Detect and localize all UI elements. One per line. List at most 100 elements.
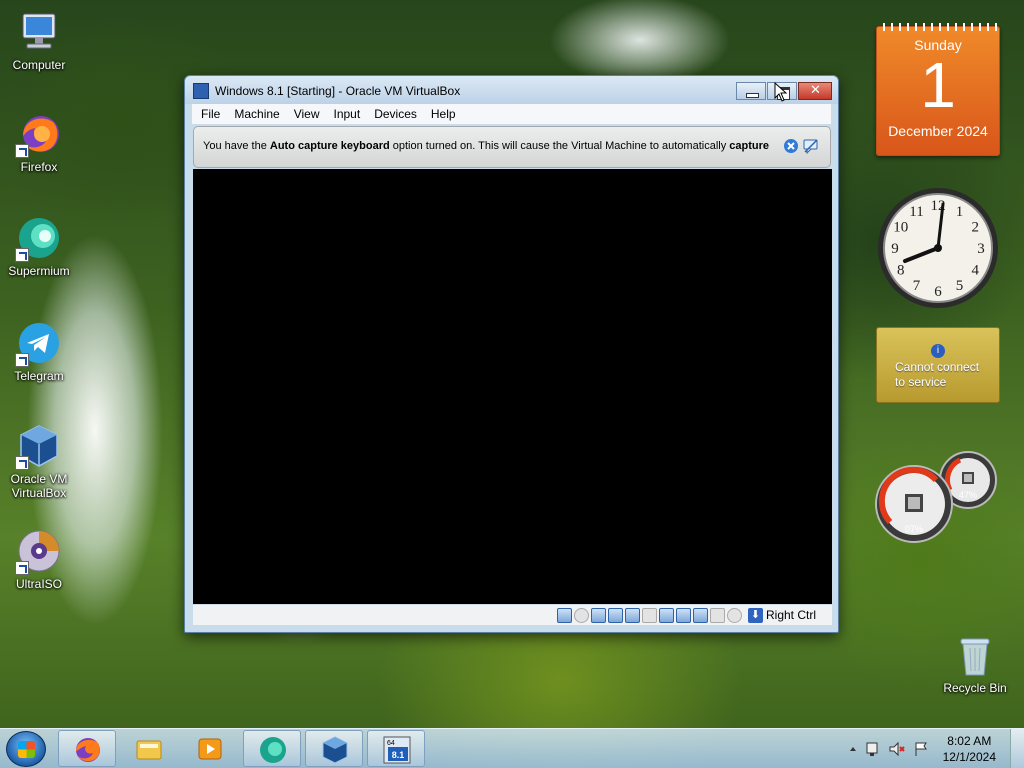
recycle-bin-icon [951, 631, 999, 679]
network-icon[interactable] [607, 607, 623, 623]
cpu-activity-icon[interactable] [709, 607, 725, 623]
host-key-label: Right Ctrl [765, 608, 816, 622]
device-icon[interactable] [864, 741, 882, 757]
minimize-button[interactable] [736, 82, 766, 100]
mouse-integration-icon[interactable] [692, 607, 708, 623]
virtualbox-icon [322, 736, 348, 764]
supermium-icon [260, 737, 286, 763]
weather-message-line: to service [895, 375, 947, 389]
optical-drive-icon[interactable] [573, 607, 589, 623]
vm-display[interactable] [193, 169, 832, 604]
firefox-icon [76, 738, 100, 762]
shared-folders-icon[interactable] [641, 607, 657, 623]
menu-machine[interactable]: Machine [227, 107, 286, 121]
desktop-icon-label: VirtualBox [11, 486, 67, 500]
clock-face: 12 1234567891011 [878, 188, 998, 308]
taskbar-media-player[interactable] [181, 730, 239, 767]
menu-bar: File Machine View Input Devices Help [192, 104, 831, 124]
shortcut-arrow-icon [15, 561, 29, 575]
taskbar-date: 12/1/2024 [942, 750, 996, 764]
desktop-icon-label: Oracle VM [10, 472, 68, 486]
close-button[interactable] [798, 82, 832, 100]
window-titlebar[interactable]: Windows 8.1 [Starting] - Oracle VM Virtu… [185, 76, 838, 104]
mouse-cursor-icon [774, 82, 788, 102]
taskbar: 64 8.1 8:02 AM 12/1/2024 [0, 728, 1024, 768]
clock-gadget[interactable]: 12 1 2 3 4 5 6 7 8 9 10 11 [876, 186, 1000, 310]
recording-icon[interactable] [726, 607, 742, 623]
video-capture-icon[interactable] [675, 607, 691, 623]
shortcut-arrow-icon [15, 456, 29, 470]
taskbar-virtualbox[interactable] [305, 730, 363, 767]
memory-meter-value: 47% [959, 490, 977, 500]
firefox-icon [15, 110, 63, 158]
show-desktop-button[interactable] [1010, 729, 1024, 768]
volume-muted-icon[interactable] [888, 741, 906, 757]
desktop-icon-label: Computer [12, 58, 66, 72]
audio-icon[interactable] [590, 607, 606, 623]
desktop-icon-label: Firefox [20, 160, 58, 174]
cpu-meter-gadget[interactable]: 47% 07% [870, 450, 1010, 550]
clock-numeral: 8 [897, 263, 905, 279]
clock-numeral: 1 [956, 204, 964, 220]
hard-disk-icon[interactable] [556, 607, 572, 623]
menu-input[interactable]: Input [327, 107, 368, 121]
cpu-meter-value: 07% [905, 524, 923, 534]
clock-numeral: 4 [971, 263, 979, 279]
weather-gadget[interactable]: i Cannot connect to service [876, 327, 1000, 403]
desktop-icon-firefox[interactable]: Firefox [1, 110, 77, 174]
desktop-icon-supermium[interactable]: Supermium [1, 214, 77, 278]
info-icon: i [931, 344, 945, 358]
virtualbox-window[interactable]: Windows 8.1 [Starting] - Oracle VM Virtu… [184, 75, 839, 633]
clock-numeral: 7 [913, 278, 921, 294]
notice-dont-show-icon[interactable] [803, 138, 819, 155]
notice-close-icon[interactable] [783, 138, 799, 154]
desktop-icon-telegram[interactable]: Telegram [1, 319, 77, 383]
virtualbox-icon [15, 422, 63, 470]
taskbar-supermium[interactable] [243, 730, 301, 767]
desktop-icon-virtualbox[interactable]: Oracle VM VirtualBox [1, 422, 77, 500]
weather-message-line: Cannot connect [895, 360, 980, 374]
display-icon[interactable] [658, 607, 674, 623]
desktop-icon-ultraiso[interactable]: UltraISO [1, 527, 77, 591]
shortcut-arrow-icon [15, 353, 29, 367]
show-hidden-icons-icon[interactable] [848, 741, 858, 757]
clock-numeral: 9 [891, 241, 899, 257]
clock-numeral: 10 [893, 220, 908, 236]
desktop-icon-label: Supermium [8, 264, 70, 278]
shortcut-arrow-icon [15, 144, 29, 158]
ultraiso-icon [15, 527, 63, 575]
vm-badge-text: 64 [387, 740, 395, 747]
calendar-day: 1 [920, 49, 956, 121]
action-center-flag-icon[interactable] [912, 741, 930, 757]
menu-help[interactable]: Help [424, 107, 463, 121]
menu-file[interactable]: File [194, 107, 227, 121]
host-key-indicator[interactable]: ⬇ Right Ctrl [747, 607, 816, 623]
telegram-icon [15, 319, 63, 367]
desktop-icon-label: Recycle Bin [943, 681, 1007, 695]
desktop-icon-recycle-bin[interactable]: Recycle Bin [937, 631, 1013, 695]
calendar-gadget[interactable]: Sunday 1 December 2024 [876, 23, 1000, 156]
taskbar-file-explorer[interactable] [120, 730, 178, 767]
clock-numeral: 5 [956, 278, 964, 294]
virtualbox-app-icon [193, 83, 209, 99]
shortcut-arrow-icon [15, 248, 29, 262]
clock-numeral: 3 [977, 241, 985, 257]
desktop-icon-computer[interactable]: Computer [1, 8, 77, 72]
taskbar-firefox[interactable] [58, 730, 116, 767]
taskbar-time: 8:02 AM [947, 734, 992, 748]
calendar-rings [877, 23, 999, 31]
desktop-icon-label: UltraISO [15, 577, 62, 591]
system-tray: 8:02 AM 12/1/2024 [845, 729, 1024, 768]
status-bar: ⬇ Right Ctrl [193, 605, 832, 625]
media-player-icon [198, 738, 222, 760]
usb-icon[interactable] [624, 607, 640, 623]
menu-devices[interactable]: Devices [367, 107, 424, 121]
taskbar-vm-windows81[interactable]: 64 8.1 [367, 730, 425, 767]
vm-version-text: 8.1 [392, 750, 405, 760]
clock-numeral: 6 [934, 284, 942, 300]
start-button[interactable] [6, 731, 46, 767]
menu-view[interactable]: View [287, 107, 327, 121]
taskbar-clock[interactable]: 8:02 AM 12/1/2024 [943, 733, 996, 765]
notice-text: You have the Auto capture keyboard optio… [203, 140, 770, 152]
windows-vm-icon: 64 8.1 [383, 736, 411, 764]
